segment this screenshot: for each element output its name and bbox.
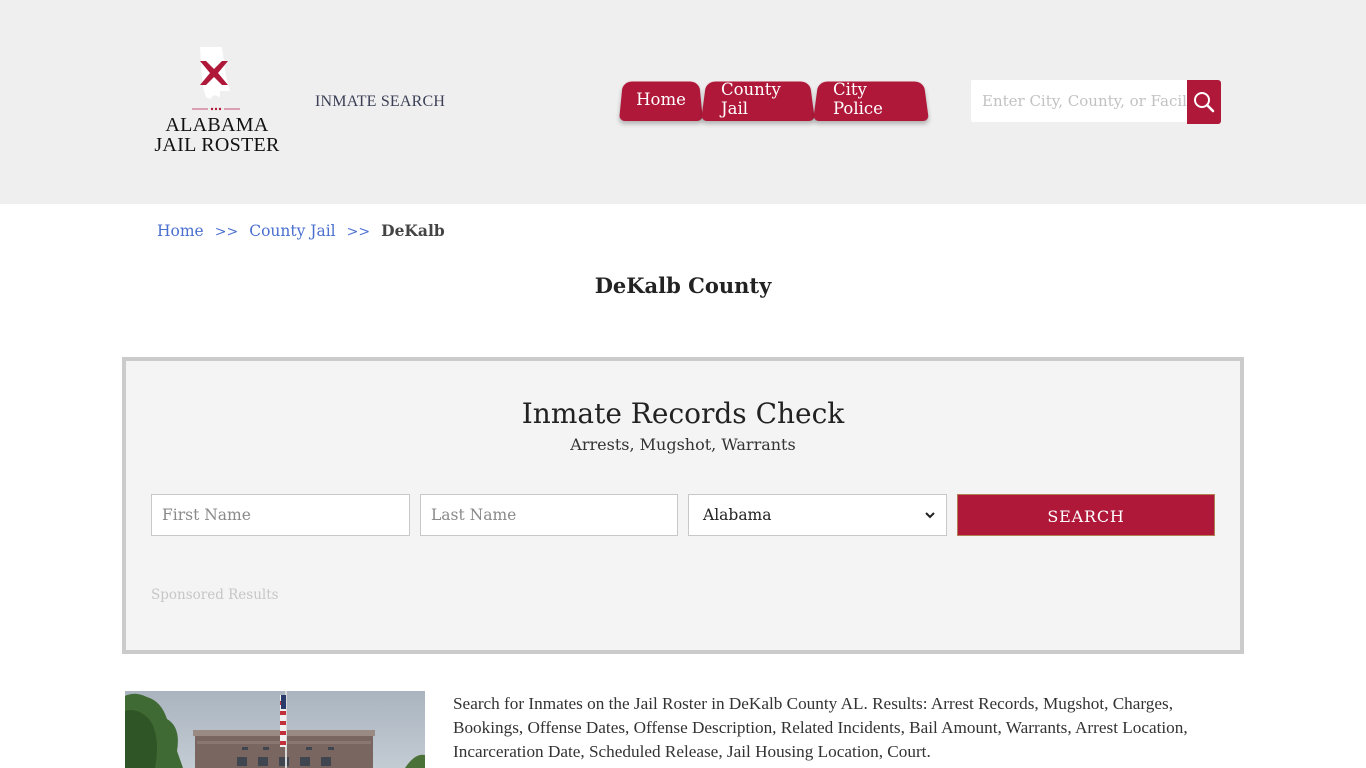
first-name-input[interactable] <box>151 494 410 536</box>
page-title: DeKalb County <box>594 273 772 298</box>
records-check-title: Inmate Records Check <box>521 397 845 430</box>
jail-building-photo <box>125 691 425 768</box>
flag <box>280 695 286 747</box>
breadcrumb-county-jail[interactable]: County Jail <box>249 222 335 240</box>
breadcrumb: Home >> County Jail >> DeKalb <box>157 221 445 240</box>
nav-tab-label: County Jail <box>721 80 781 118</box>
breadcrumb-separator: >> <box>214 224 239 240</box>
inmate-search-link[interactable]: INMATE SEARCH <box>315 93 445 111</box>
site-header: ALABAMA JAIL ROSTER INMATE SEARCH Home C… <box>0 0 1366 204</box>
site-logo[interactable]: ALABAMA JAIL ROSTER <box>150 44 284 162</box>
nav-tab-home[interactable]: Home <box>619 77 703 121</box>
search-button[interactable]: SEARCH <box>957 494 1215 536</box>
records-check-subtitle: Arrests, Mugshot, Warrants <box>570 435 796 454</box>
site-search-button[interactable] <box>1187 80 1221 124</box>
state-select-value: Alabama <box>703 506 772 524</box>
nav-tab-county-jail[interactable]: County Jail <box>701 77 815 121</box>
inmate-records-check-panel: Inmate Records Check Arrests, Mugshot, W… <box>122 357 1244 654</box>
nav-tab-label: Home <box>636 89 686 109</box>
jail-building-image <box>125 691 425 768</box>
county-description: Search for Inmates on the Jail Roster in… <box>453 694 1188 761</box>
state-select[interactable]: Alabama <box>688 494 947 536</box>
breadcrumb-separator: >> <box>346 224 371 240</box>
main-nav: Home County Jail City Police <box>619 77 927 121</box>
logo-divider <box>192 107 240 111</box>
logo-title-line2: JAIL ROSTER <box>154 134 280 156</box>
site-search-input[interactable] <box>971 80 1187 122</box>
sponsored-results-label: Sponsored Results <box>151 587 279 603</box>
alabama-state-flag-icon <box>200 47 230 99</box>
nav-tab-label: City Police <box>833 80 883 118</box>
chevron-down-icon <box>925 512 935 519</box>
search-icon <box>1194 92 1215 113</box>
last-name-input[interactable] <box>420 494 678 536</box>
site-search <box>971 80 1221 124</box>
nav-tab-city-police[interactable]: City Police <box>813 77 929 121</box>
breadcrumb-current: DeKalb <box>381 221 445 240</box>
breadcrumb-home[interactable]: Home <box>157 222 204 240</box>
